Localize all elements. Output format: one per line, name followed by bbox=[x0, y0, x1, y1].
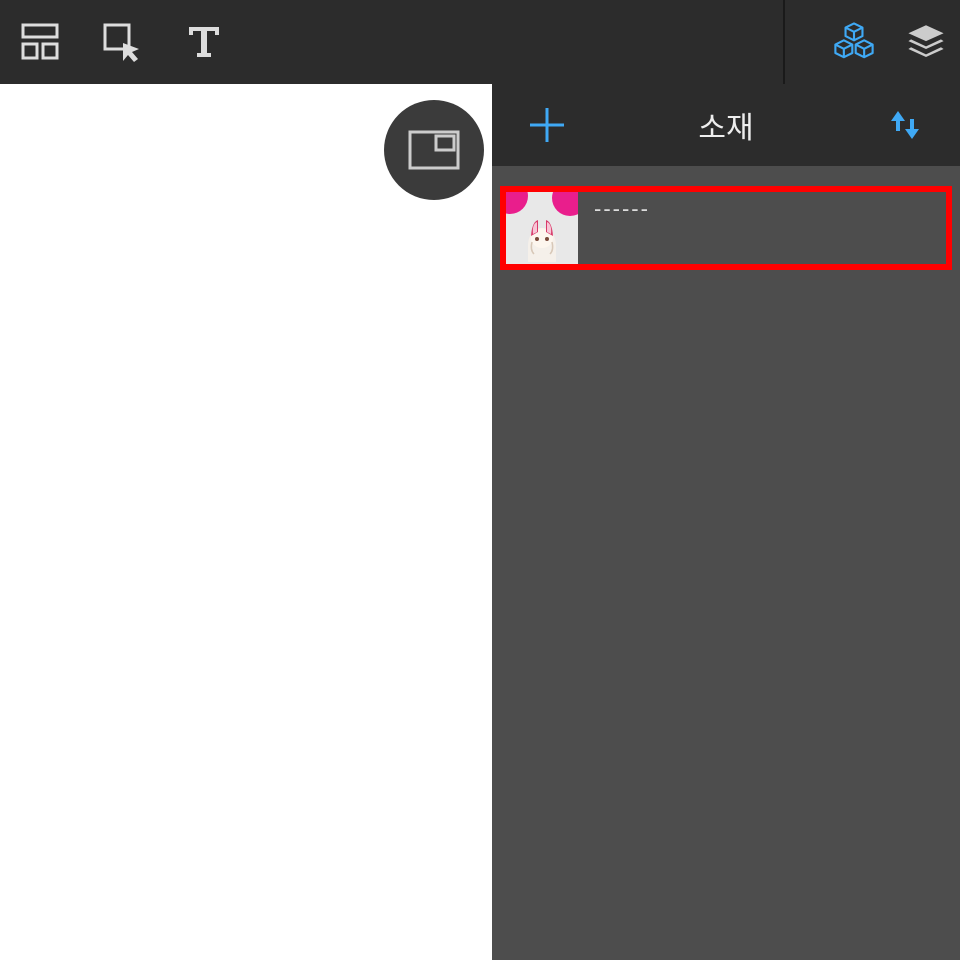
panel-title: 소재 bbox=[698, 103, 753, 147]
toolbar-divider bbox=[783, 0, 785, 84]
layers-tab-button[interactable] bbox=[904, 20, 948, 64]
material-thumbnail bbox=[506, 192, 578, 264]
text-tool-button[interactable] bbox=[182, 20, 226, 64]
toolbar-left-group bbox=[12, 20, 226, 64]
canvas-area[interactable] bbox=[0, 84, 492, 960]
pip-toggle-button[interactable] bbox=[384, 100, 484, 200]
select-tool-button[interactable] bbox=[100, 20, 144, 64]
body-area: 소재 bbox=[0, 84, 960, 960]
layout-tool-button[interactable] bbox=[18, 20, 62, 64]
layers-icon bbox=[904, 17, 948, 67]
text-icon bbox=[185, 23, 223, 61]
panel-header: 소재 bbox=[492, 84, 960, 166]
plus-icon bbox=[526, 104, 568, 146]
pip-frame-icon bbox=[408, 130, 460, 170]
layout-icon bbox=[20, 22, 60, 62]
cubes-icon bbox=[832, 16, 876, 68]
materials-list: ------ bbox=[492, 166, 960, 960]
select-cursor-icon bbox=[101, 21, 143, 63]
material-item[interactable]: ------ bbox=[500, 186, 952, 270]
materials-panel: 소재 bbox=[492, 84, 960, 960]
toolbar-right-group bbox=[832, 0, 948, 84]
add-material-button[interactable] bbox=[522, 100, 572, 150]
sort-button[interactable] bbox=[880, 100, 930, 150]
character-thumbnail-art bbox=[518, 216, 566, 262]
top-toolbar bbox=[0, 0, 960, 84]
material-item-label: ------ bbox=[578, 192, 650, 222]
materials-tab-button[interactable] bbox=[832, 20, 876, 64]
sort-arrows-icon bbox=[885, 105, 925, 145]
